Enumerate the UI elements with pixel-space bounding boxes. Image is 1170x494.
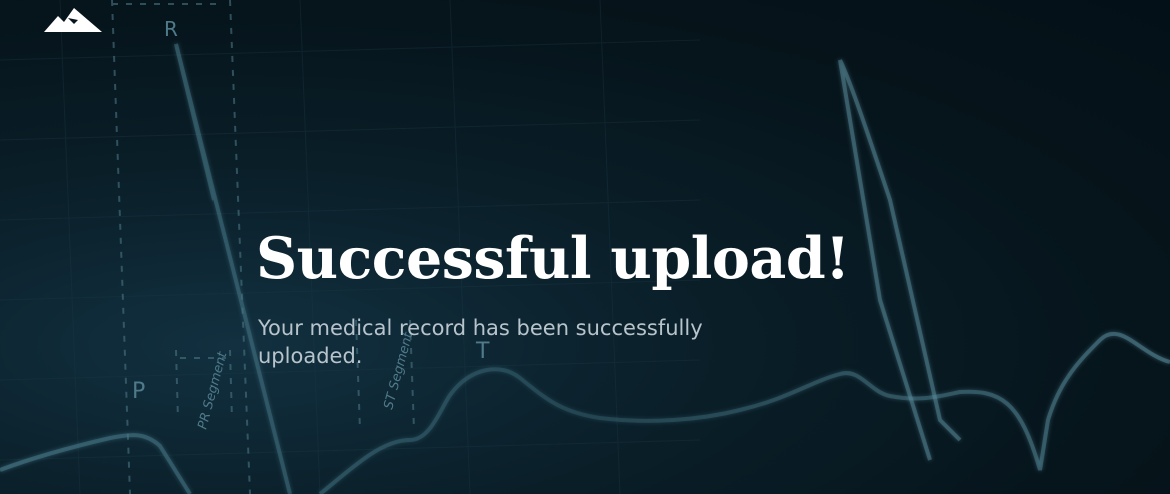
upload-success-screen: R P T PR Segment ST Segment Successful u…	[0, 0, 1170, 494]
success-subtitle: Your medical record has been successfull…	[258, 316, 703, 368]
success-message: Successful upload! Your medical record h…	[256, 224, 956, 370]
mountain-logo-icon[interactable]	[44, 6, 102, 32]
ecg-label-p: P	[132, 379, 145, 404]
ecg-label-pr-segment: PR Segment	[195, 349, 230, 431]
page-title: Successful upload!	[256, 225, 850, 292]
ecg-label-r: R	[164, 17, 178, 41]
